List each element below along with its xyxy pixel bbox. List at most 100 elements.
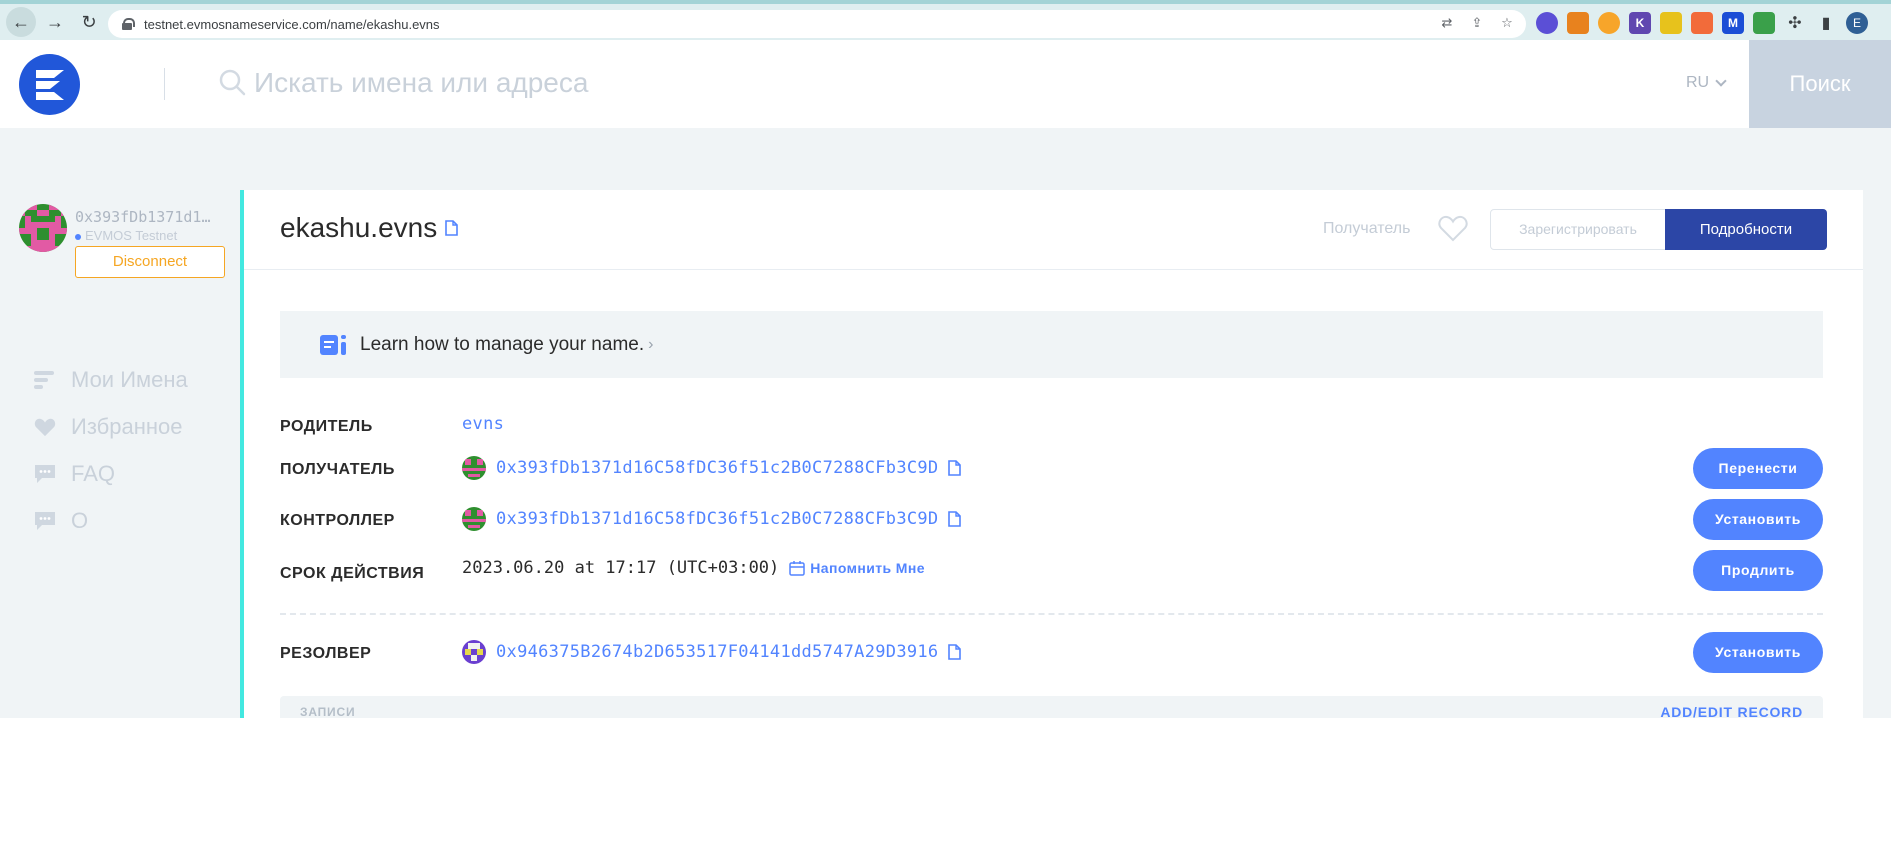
owner-label: ПОЛУЧАТЕЛЬ [280,461,395,478]
ext-orange-icon[interactable] [1598,12,1620,34]
sidebar-item-label: О [71,507,89,533]
list-icon [33,369,57,391]
learn-link-text: Learn how to manage your name. [360,333,645,355]
star-icon[interactable]: ☆ [1498,14,1516,32]
expiry-label: СРОК ДЕЙСТВИЯ [280,565,425,582]
owner-row: ПОЛУЧАТЕЛЬ 0x393fDb1371d16C58fDC36f51c2B… [280,448,1823,490]
ext-purple-icon[interactable] [1536,12,1558,34]
transfer-button[interactable]: Перенести [1693,448,1823,489]
sidebar-item-label: Избранное [71,413,183,439]
domain-name: ekashu.evns [280,212,438,243]
resolver-address-link[interactable]: 0x946375B2674b2D653517F04141dd5747A29D39… [496,642,938,662]
puzzle-icon[interactable]: ✣ [1784,12,1806,34]
lock-icon [122,18,135,30]
remind-me-link[interactable]: Напомнить Мне [789,560,925,576]
language-label: RU [1686,74,1710,91]
owner-address-link[interactable]: 0x393fDb1371d16C58fDC36f51c2B0C7288CFb3C… [496,458,938,478]
copy-icon[interactable] [948,511,962,527]
profile-avatar[interactable]: E [1846,12,1868,34]
sidebar-nav: Мои Имена Избранное FAQ О [33,356,188,544]
network-dot-icon [75,233,81,240]
search-input[interactable] [254,58,1254,108]
address-bar[interactable]: testnet.evmosnameservice.com/name/ekashu… [108,10,1526,38]
sidebar-item-my-names[interactable]: Мои Имена [33,356,188,403]
copy-icon[interactable] [948,460,962,476]
set-controller-button[interactable]: Установить [1693,499,1823,540]
parent-link[interactable]: evns [462,414,504,434]
reload-button[interactable]: ↻ [74,7,104,37]
controller-address-link[interactable]: 0x393fDb1371d16C58fDC36f51c2B0C7288CFb3C… [496,509,938,529]
resolver-row: РЕЗОЛВЕР 0x946375B2674b2D653517F04141dd5… [280,632,1823,674]
share-icon[interactable]: ⇪ [1468,14,1486,32]
sidebar-item-faq[interactable]: FAQ [33,450,188,497]
resolver-label: РЕЗОЛВЕР [280,645,372,662]
forward-button[interactable]: → [40,7,70,37]
owner-avatar [462,456,486,480]
page-bottom-blank [0,718,1891,863]
account-address: 0x393fDb1371d16C58fDC36f51c2B0C7288CFb3C… [75,208,215,226]
learn-banner[interactable]: Learn how to manage your name. › [280,311,1823,378]
account-avatar [19,204,67,252]
ext-yellow-icon[interactable] [1660,12,1682,34]
controller-value-wrap: 0x393fDb1371d16C58fDC36f51c2B0C7288CFb3C… [462,507,962,531]
url-text: testnet.evmosnameservice.com/name/ekashu… [144,16,440,32]
viewport: ← → ↻ testnet.evmosnameservice.com/name/… [0,0,1891,863]
heart-icon [33,416,57,438]
controller-label: КОНТРОЛЛЕР [280,512,395,529]
owner-value-wrap: 0x393fDb1371d16C58fDC36f51c2B0C7288CFb3C… [462,456,962,480]
translate-icon[interactable]: ⇄ [1438,14,1456,32]
records-header: ЗАПИСИ ADD/EDIT RECORD [280,696,1823,720]
remind-me-label: Напомнить Мне [810,560,925,576]
network-label: EVMOS Testnet [75,228,177,243]
card-header: ekashu.evns Получатель Зарегистрировать … [244,190,1863,270]
ext-red-icon[interactable] [1691,12,1713,34]
sidebar-item-about[interactable]: О [33,497,188,544]
name-details-card: ekashu.evns Получатель Зарегистрировать … [244,190,1863,720]
parent-row: РОДИТЕЛЬ evns [280,412,1823,442]
expiry-row: СРОК ДЕЙСТВИЯ 2023.06.20 at 17:17 (UTC+0… [280,550,1823,592]
logo-mark-icon [35,69,64,100]
parent-label: РОДИТЕЛЬ [280,418,373,435]
ens-logo[interactable] [19,54,80,115]
parent-value-wrap: evns [462,414,504,434]
page-title: ekashu.evns [280,212,459,244]
extensions-bar: K M ✣ ▮ E [1536,12,1868,34]
chevron-down-icon [1715,75,1727,87]
expiry-date: 2023.06.20 at 17:17 (UTC+03:00) [462,558,780,578]
disconnect-button[interactable]: Disconnect [75,246,225,278]
language-selector[interactable]: RU [1686,74,1727,92]
resolver-avatar [462,640,486,664]
details-tab-button[interactable]: Подробности [1665,209,1827,250]
expiry-value-wrap: 2023.06.20 at 17:17 (UTC+03:00) Напомнит… [462,558,925,578]
records-label: ЗАПИСИ [300,705,356,719]
section-divider [280,613,1823,615]
calendar-icon [789,561,806,576]
favorite-heart-icon[interactable] [1438,214,1468,242]
register-tab-button[interactable]: Зарегистрировать [1490,209,1666,250]
search-icon [219,69,246,96]
copy-icon[interactable] [948,644,962,660]
copy-icon[interactable] [445,220,459,236]
controller-avatar [462,507,486,531]
chat-icon [33,510,57,532]
controller-row: КОНТРОЛЛЕР 0x393fDb1371d16C58fDC36f51c2B… [280,499,1823,541]
browser-toolbar: ← → ↻ testnet.evmosnameservice.com/name/… [0,0,1891,40]
search-button[interactable]: Поиск [1749,40,1891,128]
chat-icon [33,463,57,485]
app-header: RU Поиск [0,40,1891,128]
account-panel: 0x393fDb1371d16C58fDC36f51c2B0C7288CFb3C… [19,204,225,278]
sidebar-item-label: Мои Имена [71,366,188,392]
resolver-value-wrap: 0x946375B2674b2D653517F04141dd5747A29D39… [462,640,962,664]
metamask-fox-icon[interactable] [1567,12,1589,34]
sidebar-icon[interactable]: ▮ [1815,12,1837,34]
ext-k-icon[interactable]: K [1629,12,1651,34]
renew-button[interactable]: Продлить [1693,550,1823,591]
ext-blue-m-icon[interactable]: M [1722,12,1744,34]
set-resolver-button[interactable]: Установить [1693,632,1823,673]
omnibox-actions: ⇄ ⇪ ☆ [1438,14,1516,32]
recipient-tab-label[interactable]: Получатель [1323,220,1410,238]
sidebar-item-favorites[interactable]: Избранное [33,403,188,450]
header-divider [164,68,165,100]
ext-green-icon[interactable] [1753,12,1775,34]
back-button[interactable]: ← [6,7,36,37]
